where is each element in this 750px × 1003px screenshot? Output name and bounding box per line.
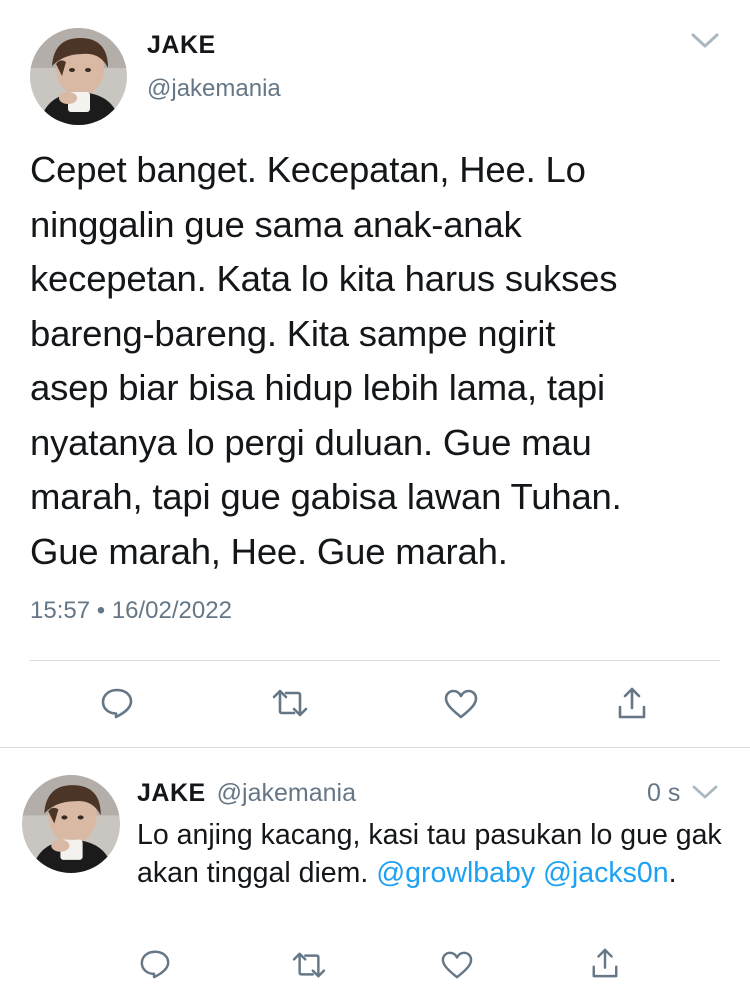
retweet-icon (272, 687, 308, 719)
avatar[interactable] (30, 28, 127, 125)
user-handle[interactable]: @jakemania (147, 75, 281, 103)
tweet-time[interactable]: 0 s (647, 779, 680, 808)
share-button[interactable] (616, 685, 648, 721)
like-button[interactable] (443, 688, 479, 720)
tweet-thread: JAKE @jakemania Cepet banget. Kecepatan,… (0, 0, 750, 1003)
share-icon (616, 685, 648, 721)
divider (30, 660, 720, 661)
retweet-button[interactable] (292, 950, 326, 980)
reply-bubble-icon (139, 948, 171, 980)
mention-link[interactable]: @growlbaby (376, 857, 535, 889)
reply-bubble-icon (100, 686, 134, 720)
chevron-down-icon[interactable] (690, 28, 720, 52)
display-name[interactable]: JAKE (137, 779, 206, 807)
retweet-button[interactable] (272, 687, 308, 719)
heart-icon (440, 950, 474, 980)
heart-icon (443, 688, 479, 720)
share-button[interactable] (590, 946, 620, 980)
tweet-text-end: . (668, 857, 677, 889)
tweet-text: Lo anjing kacang, kasi tau pasukan lo gu… (137, 816, 737, 892)
reply-header: JAKE @jakemania (137, 779, 356, 808)
like-button[interactable] (440, 950, 474, 980)
mention-link[interactable]: @jacks0n (543, 857, 669, 889)
user-handle[interactable]: @jakemania (217, 779, 356, 807)
reply-button[interactable] (139, 948, 171, 980)
chevron-down-icon[interactable] (691, 781, 719, 803)
display-name[interactable]: JAKE (147, 31, 216, 60)
tweet-timestamp[interactable]: 15:57 • 16/02/2022 (30, 597, 232, 625)
divider (0, 747, 750, 748)
reply-button[interactable] (100, 686, 134, 720)
avatar[interactable] (22, 775, 120, 873)
retweet-icon (292, 950, 326, 980)
tweet-text: Cepet banget. Kecepatan, Hee. Lo ninggal… (30, 149, 622, 572)
share-icon (590, 946, 620, 980)
